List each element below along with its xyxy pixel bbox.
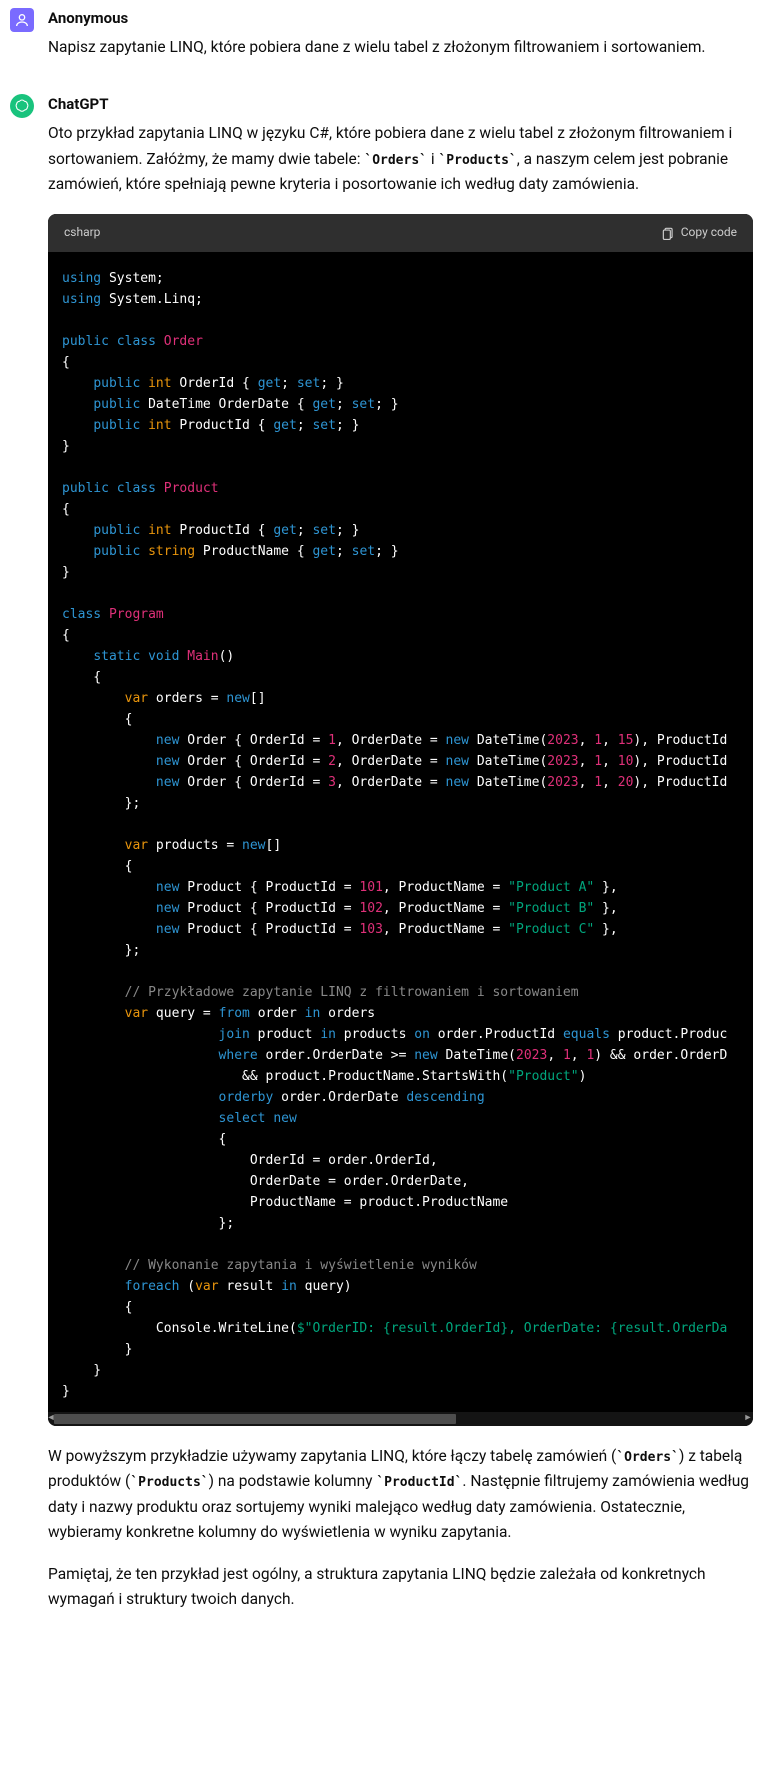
assistant-outro-2: Pamiętaj, że ten przykład jest ogólny, a…	[48, 1562, 753, 1613]
user-message: Anonymous Napisz zapytanie LINQ, które p…	[0, 0, 777, 76]
inline-code-products2: `Products`	[130, 1475, 208, 1490]
user-author: Anonymous	[48, 6, 753, 31]
inline-code-orders2: `Orders`	[616, 1450, 679, 1465]
user-text: Napisz zapytanie LINQ, które pobiera dan…	[48, 35, 753, 61]
openai-icon	[14, 98, 30, 114]
clipboard-icon	[661, 226, 675, 240]
code-body: using System; using System.Linq; public …	[48, 252, 753, 1412]
code-block: csharp Copy code using System; using Sys…	[48, 214, 753, 1426]
person-icon	[14, 12, 30, 28]
code-header: csharp Copy code	[48, 214, 753, 252]
assistant-message: ChatGPT Oto przykład zapytania LINQ w ję…	[0, 86, 777, 1629]
inline-code-orders: `Orders`	[364, 153, 427, 168]
assistant-intro: Oto przykład zapytania LINQ w języku C#,…	[48, 121, 753, 198]
user-avatar	[10, 8, 34, 32]
scrollbar-thumb[interactable]	[54, 1414, 456, 1424]
inline-code-productid: `ProductId`	[376, 1475, 462, 1490]
copy-code-button[interactable]: Copy code	[661, 223, 737, 243]
code-scroll[interactable]: using System; using System.Linq; public …	[48, 252, 753, 1412]
assistant-author: ChatGPT	[48, 92, 753, 117]
chevron-right-icon[interactable]: ►	[743, 1414, 753, 1424]
assistant-outro-1: W powyższym przykładzie używamy zapytani…	[48, 1444, 753, 1546]
inline-code-products: `Products`	[438, 153, 516, 168]
code-lang: csharp	[64, 223, 100, 243]
horizontal-scrollbar[interactable]: ◄ ►	[48, 1412, 753, 1426]
assistant-avatar	[10, 94, 34, 118]
